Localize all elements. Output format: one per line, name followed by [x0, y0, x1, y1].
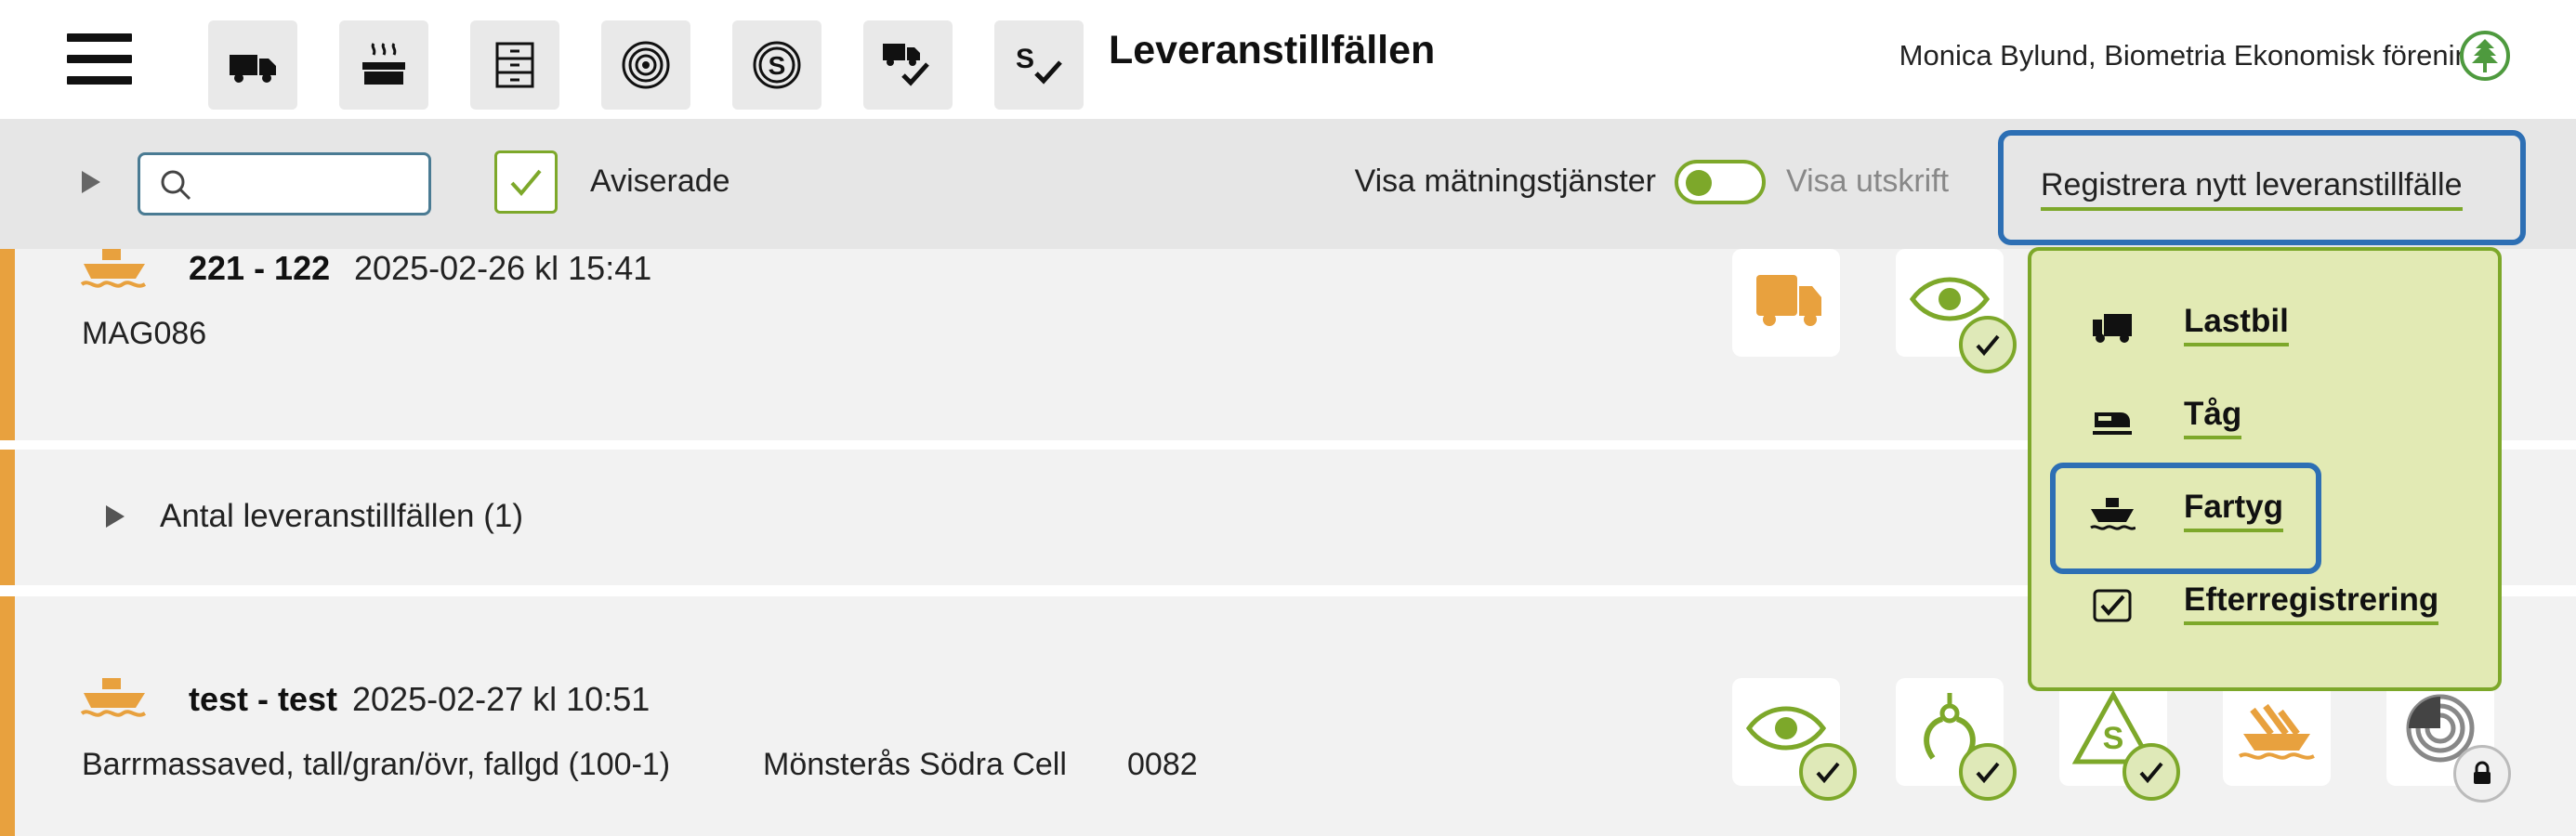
aviserade-checkbox[interactable]	[494, 150, 558, 214]
nav-truck-check-button[interactable]	[863, 20, 953, 110]
row-code: test - test	[189, 680, 338, 718]
grapple-tile[interactable]	[1896, 678, 2017, 801]
check-badge-icon	[2123, 743, 2180, 801]
checkbox-icon	[2093, 589, 2132, 622]
visa-utskrift-label: Visa utskrift	[1786, 163, 1950, 199]
target-icon	[622, 41, 670, 89]
menu-item-tag[interactable]: Tåg	[2031, 383, 2505, 457]
eye-tile[interactable]	[1896, 249, 2017, 373]
ship-icon	[80, 678, 147, 717]
matningstjanster-toggle[interactable]	[1675, 160, 1766, 204]
row-number: 0082	[1127, 747, 1198, 782]
biometria-logo-icon	[2460, 31, 2510, 81]
row-accent-bar	[0, 450, 15, 585]
menu-item-efterregistrering[interactable]: Efterregistrering	[2031, 568, 2505, 643]
check-badge-icon	[1799, 743, 1857, 801]
search-input[interactable]	[205, 164, 419, 205]
expand-group-arrow-icon[interactable]	[106, 505, 125, 528]
nav-heat-button[interactable]	[339, 20, 428, 110]
eye-tile[interactable]	[1732, 678, 1857, 801]
page-title: Leveranstillfällen	[1109, 28, 1436, 72]
nav-cabinet-button[interactable]	[470, 20, 559, 110]
heat-icon	[362, 43, 405, 85]
row-assortment: Barrmassaved, tall/gran/övr, fallgd (100…	[82, 747, 671, 782]
coin-icon: S	[753, 41, 801, 89]
toggle-knob	[1686, 170, 1712, 196]
row-accent-bar	[0, 249, 15, 440]
group-count-label: Antal leveranstillfällen (1)	[160, 498, 524, 534]
ship-wave-tile[interactable]	[2223, 678, 2331, 786]
menu-item-label: Efterregistrering	[2184, 581, 2439, 625]
row-code: 221 - 122	[189, 249, 331, 287]
register-delivery-label: Registrera nytt leveranstillfälle	[2041, 167, 2463, 211]
top-bar: S S Leveranstillfällen Monica Bylund, Bi…	[0, 0, 2576, 119]
row-date: 2025-02-27 kl 10:51	[352, 680, 651, 718]
coin-warning-tile[interactable]: S	[2059, 678, 2180, 801]
aviserade-label: Aviserade	[590, 163, 730, 199]
cabinet-icon	[495, 42, 534, 88]
search-field[interactable]	[138, 152, 431, 216]
truck-icon	[1756, 275, 1821, 326]
row-date: 2025-02-26 kl 15:41	[354, 249, 652, 287]
ship-icon	[80, 249, 147, 288]
target-tile[interactable]	[2386, 678, 2511, 803]
hamburger-menu-icon[interactable]	[67, 33, 132, 89]
nav-sign-check-button[interactable]: S	[994, 20, 1084, 110]
user-name[interactable]: Monica Bylund, Biometria Ekonomisk fören…	[1899, 39, 2487, 72]
search-icon	[161, 170, 191, 201]
check-badge-icon	[1959, 743, 2017, 801]
train-icon	[2093, 412, 2132, 435]
register-delivery-button[interactable]: Registrera nytt leveranstillfälle	[1998, 130, 2526, 245]
nav-coin-button[interactable]: S	[732, 20, 821, 110]
sign-check-icon: S	[1016, 44, 1062, 85]
truck-icon	[2093, 314, 2132, 343]
checkmark-icon	[510, 169, 542, 197]
ship-wave-icon	[2238, 703, 2315, 760]
menu-item-label: Lastbil	[2184, 303, 2289, 346]
svg-text:S: S	[2103, 721, 2124, 756]
nav-truck-button[interactable]	[208, 20, 297, 110]
menu-item-label: Tåg	[2184, 396, 2242, 439]
nav-target-button[interactable]	[601, 20, 690, 110]
svg-text:S: S	[1016, 44, 1034, 74]
row-accent-bar	[0, 596, 15, 836]
check-badge-icon	[1959, 316, 2017, 373]
menu-item-lastbil[interactable]: Lastbil	[2031, 290, 2505, 364]
row-location: Mönsterås Södra Cell	[763, 747, 1067, 782]
focus-ring	[2050, 463, 2321, 574]
svg-text:S: S	[769, 51, 786, 80]
truck-icon	[230, 55, 276, 83]
truck-tile[interactable]	[1732, 249, 1840, 357]
lock-icon	[2453, 745, 2511, 803]
row-subtitle: MAG086	[82, 316, 207, 351]
expand-filters-arrow-icon[interactable]	[82, 171, 100, 193]
truck-check-icon	[883, 44, 929, 86]
visa-matningstjanster-label: Visa mätningstjänster	[1354, 163, 1656, 199]
